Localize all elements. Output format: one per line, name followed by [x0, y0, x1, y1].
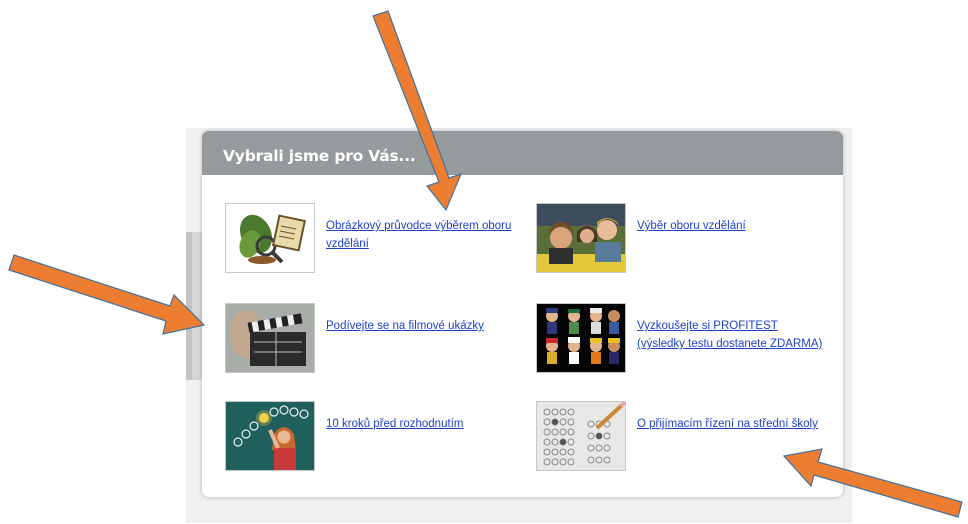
page-backdrop-shade-edge [186, 232, 192, 380]
professions-figures-icon[interactable] [536, 303, 626, 373]
clapperboard-photo-icon[interactable] [225, 303, 315, 373]
link-vyber-oboru[interactable]: Výběr oboru vzdělání [637, 217, 827, 235]
leaves-scroll-illustration-icon[interactable] [225, 203, 315, 273]
link-profitest[interactable]: Vyzkoušejte si PROFITEST (výsledky testu… [637, 317, 827, 353]
students-photo-icon[interactable] [536, 203, 626, 273]
link-filmove-ukazky[interactable]: Podívejte se na filmové ukázky [326, 317, 516, 335]
link-prijimaci-rizeni[interactable]: O přijímacím řízení na střední školy [637, 415, 827, 433]
answer-sheet-photo-icon[interactable] [536, 401, 626, 471]
recommendations-panel: Vybrali jsme pro Vás... Obrázkový průvod… [202, 131, 843, 497]
panel-title: Vybrali jsme pro Vás... [202, 131, 843, 175]
lightbulbs-woman-photo-icon[interactable] [225, 401, 315, 471]
link-obrazkovy-pruvodce[interactable]: Obrázkový průvodce výběrem oboru vzdělán… [326, 217, 516, 253]
arrow-pointing-right-icon [8, 254, 206, 335]
link-10-kroku[interactable]: 10 kroků před rozhodnutím [326, 415, 516, 433]
